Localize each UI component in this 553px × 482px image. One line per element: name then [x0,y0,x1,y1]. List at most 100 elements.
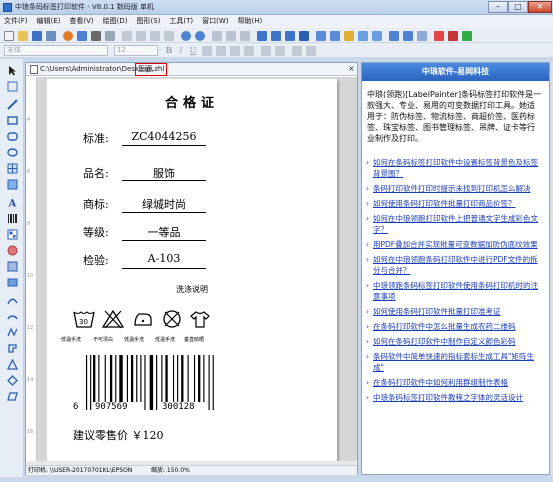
text-align-left-icon[interactable] [202,46,212,56]
document-tab[interactable]: C:\Users\Administrator\Desktop\ 正面.zhl × [26,63,357,76]
close-button[interactable]: ✕ [528,1,552,13]
parallelogram-tool-icon[interactable] [7,391,18,402]
datamatrix-tool-icon[interactable] [7,245,18,256]
char-spacing-icon[interactable] [275,46,285,56]
maximize-button[interactable]: □ [508,1,528,13]
zoom-in-icon[interactable] [257,31,267,41]
no-bleach-icon[interactable] [102,309,124,329]
print-icon[interactable] [91,31,101,41]
field-key-brand[interactable]: 商标: [83,196,109,212]
care-caption[interactable]: 低温手洗 [124,336,144,343]
pdf417-tool-icon[interactable] [7,261,18,272]
help-link[interactable]: 在条码打印软件中怎么批量生成农药二维码 [366,321,544,332]
care-caption[interactable]: 低温手洗 [155,336,175,343]
send-back-icon[interactable] [403,31,413,41]
delete-icon[interactable] [164,31,174,41]
help-link[interactable]: 如何在条码标签打印软件中设置标签背景色及标签背景图？ [366,157,544,179]
image-tool-icon[interactable] [7,179,18,190]
arc-tool-icon[interactable] [7,311,18,322]
help-link[interactable]: 中琅条码标签打印软件教程之字体的灵活设计 [366,392,544,403]
help-link[interactable]: 条码软件中简单快速的指标套标生成工具"矩阵生成" [366,351,544,373]
text-align-right-icon[interactable] [230,46,240,56]
align-center-icon[interactable] [226,31,236,41]
pan-icon[interactable] [7,81,18,92]
minimize-button[interactable]: – [488,1,508,13]
lock-icon[interactable] [344,31,354,41]
zoom-fit-icon[interactable] [285,31,295,41]
menu-tools[interactable]: 工具(T) [169,15,193,28]
line-spacing-icon[interactable] [261,46,271,56]
low-iron-icon[interactable] [132,309,154,329]
menu-edit[interactable]: 编辑(E) [37,15,61,28]
grid-icon[interactable] [299,31,309,41]
curve-tool-icon[interactable] [7,295,18,306]
help-link[interactable]: 如何在中琅领跑打印软件上把普通文字生成彩色文字？ [366,213,544,235]
field-value-standard[interactable]: ZC4044256 [122,130,206,143]
label-title[interactable]: 合格证 [47,92,337,111]
field-value-grade[interactable]: 一等品 [122,224,206,240]
new-file-icon[interactable] [4,31,14,41]
field-key-inspection[interactable]: 检验: [83,252,109,268]
menu-view[interactable]: 查看(V) [69,15,93,28]
wash-30-icon[interactable]: 30 [73,309,95,329]
field-value-brand[interactable]: 绿城时尚 [122,196,206,212]
field-key-grade[interactable]: 等级: [83,224,109,240]
font-size-select[interactable]: 12 [114,45,158,56]
bring-front-icon[interactable] [389,31,399,41]
text-align-center-icon[interactable] [216,46,226,56]
font-family-select[interactable]: 宋体 [4,45,108,56]
menu-file[interactable]: 文件(F) [4,15,28,28]
flip-icon[interactable] [330,31,340,41]
menu-shape[interactable]: 图形(S) [137,15,161,28]
line-tool-icon[interactable] [7,99,18,110]
wash-instructions-title[interactable]: 洗涤说明 [47,284,337,295]
suggested-price[interactable]: 建议零售价 ￥120 [73,427,164,443]
fill-color-icon[interactable] [306,46,316,56]
field-key-product[interactable]: 品名: [83,165,109,181]
layer-icon[interactable] [417,31,427,41]
polygon-tool-icon[interactable] [7,343,18,354]
pdf-icon[interactable] [434,31,444,41]
hang-dry-icon[interactable] [189,309,211,329]
select-arrow-icon[interactable] [7,65,18,76]
triangle-tool-icon[interactable] [7,359,18,370]
help-link[interactable]: 用PDF叠加合并实现批量可变数据加防伪底纹效果 [366,239,544,250]
help-link[interactable]: 条码打印软件打印时提示未找到打印机怎么解决 [366,183,544,194]
field-value-product[interactable]: 服饰 [122,165,206,181]
bold-button[interactable]: B [164,45,174,56]
field-value-inspection[interactable]: A-103 [122,252,206,265]
paste-icon[interactable] [150,31,160,41]
document-filename[interactable]: 正面.zhl [135,63,168,76]
text-tool-icon[interactable]: A [7,197,18,209]
barcode-tool-icon[interactable] [7,213,18,224]
save-icon[interactable] [32,31,42,41]
help-link[interactable]: 在条码打印软件中如何利用群组制作表格 [366,377,544,388]
menu-draw[interactable]: 绘图(D) [103,15,128,28]
group-icon[interactable] [358,31,368,41]
help-link[interactable]: 如何在中琅领跑条码打印软件中进行PDF文件的拆分与合并？ [366,254,544,276]
help-link[interactable]: 如何使用条码打印软件批量打印商品价签？ [366,198,544,209]
care-caption[interactable]: 垂直晾晒 [184,336,204,343]
help-link[interactable]: 中琅领跑条码标签打印软件使用条码打印机时的注意事项 [366,280,544,302]
menu-help[interactable]: 帮助(H) [238,15,263,28]
undo-icon[interactable] [181,31,191,41]
design-canvas[interactable]: 合格证 标准: ZC4044256 品名: 服饰 商标: 绿城时尚 等级: 一等… [37,77,357,461]
text-justify-icon[interactable] [244,46,254,56]
align-right-icon[interactable] [240,31,250,41]
redo-icon[interactable] [195,31,205,41]
rounded-rect-tool-icon[interactable] [7,131,18,142]
tab-close-button[interactable]: × [348,64,355,73]
settings-icon[interactable] [63,31,73,41]
save-as-icon[interactable] [46,31,56,41]
cut-icon[interactable] [122,31,132,41]
rfid-tool-icon[interactable] [7,277,18,288]
zoom-out-icon[interactable] [271,31,281,41]
field-key-standard[interactable]: 标准: [83,130,109,146]
qrcode-tool-icon[interactable] [7,229,18,240]
menu-window[interactable]: 窗口(W) [202,15,228,28]
text-color-icon[interactable] [292,46,302,56]
italic-button[interactable]: I [176,45,186,56]
care-caption[interactable]: 低温手洗 [61,336,81,343]
print-preview-icon[interactable] [105,31,115,41]
ellipse-tool-icon[interactable] [7,147,18,158]
